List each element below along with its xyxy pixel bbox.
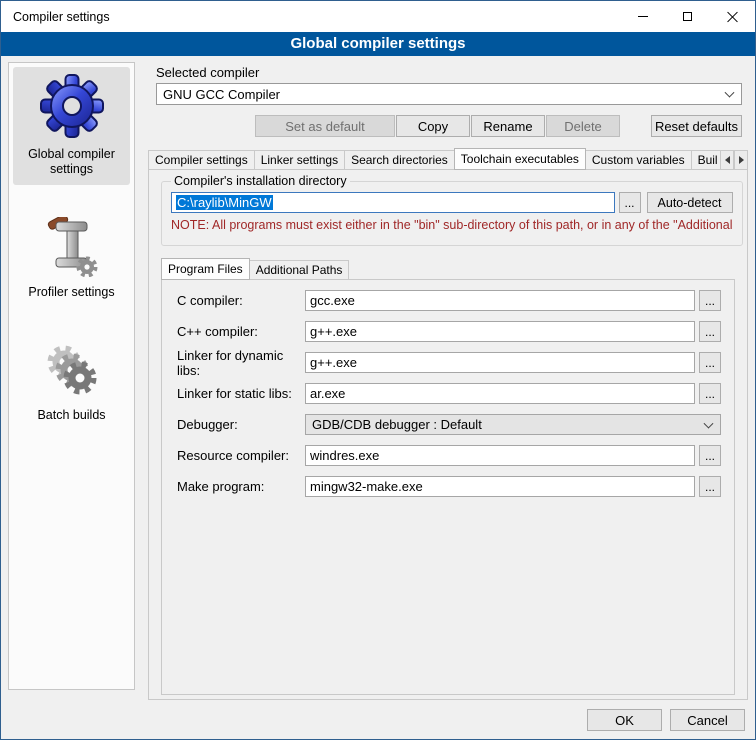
make-program-browse-button[interactable]: ... [699,476,721,497]
static-linker-input[interactable] [305,383,695,404]
dynamic-linker-browse-button[interactable]: ... [699,352,721,373]
sidebar-item-profiler-settings[interactable]: Profiler settings [13,211,130,308]
make-program-input[interactable] [305,476,695,497]
window-controls [620,1,755,32]
tab-custom-variables[interactable]: Custom variables [585,150,692,170]
minimize-icon [638,16,648,17]
browse-directory-button[interactable]: ... [619,192,641,213]
tab-compiler-settings[interactable]: Compiler settings [148,150,255,170]
cancel-button[interactable]: Cancel [670,709,745,731]
chevron-down-icon [725,88,735,98]
debugger-select-value: GDB/CDB debugger : Default [312,417,482,432]
form-row-dynamic-linker: Linker for dynamic libs: ... [177,352,721,373]
static-linker-browse-button[interactable]: ... [699,383,721,404]
cpp-compiler-browse-button[interactable]: ... [699,321,721,342]
set-as-default-button[interactable]: Set as default [255,115,395,137]
close-button[interactable] [710,1,755,32]
sidebar: Global compiler settings [8,62,135,690]
form-row-static-linker: Linker for static libs: ... [177,383,721,404]
form-row-cpp-compiler: C++ compiler: ... [177,321,721,342]
c-compiler-input[interactable] [305,290,695,311]
make-program-label: Make program: [177,479,305,494]
titlebar: Compiler settings [1,1,755,32]
tab-search-directories[interactable]: Search directories [344,150,455,170]
sidebar-item-global-compiler-settings[interactable]: Global compiler settings [13,67,130,185]
compiler-select[interactable]: GNU GCC Compiler [156,83,742,105]
dynamic-linker-label: Linker for dynamic libs: [177,348,305,378]
compiler-settings-dialog: Compiler settings Global compiler settin… [0,0,756,740]
selected-compiler-label: Selected compiler [156,65,259,80]
minimize-button[interactable] [620,1,665,32]
subtab-additional-paths[interactable]: Additional Paths [249,260,350,280]
tab-scroll-left-button[interactable] [720,150,734,170]
ok-button[interactable]: OK [587,709,662,731]
settings-tabstrip: Compiler settings Linker settings Search… [148,148,748,170]
files-subtabstrip: Program Files Additional Paths [161,258,348,280]
compiler-select-value: GNU GCC Compiler [163,87,280,102]
program-files-panel: C compiler: ... C++ compiler: ... Linker… [161,279,735,695]
maximize-button[interactable] [665,1,710,32]
window-title: Compiler settings [1,10,110,24]
installation-directory-value: C:\raylib\MinGW [176,195,273,210]
auto-detect-button[interactable]: Auto-detect [647,192,733,213]
c-compiler-label: C compiler: [177,293,305,308]
delete-button[interactable]: Delete [546,115,620,137]
debugger-select[interactable]: GDB/CDB debugger : Default [305,414,721,435]
sidebar-item-batch-builds[interactable]: Batch builds [13,334,130,431]
installation-note: NOTE: All programs must exist either in … [171,218,733,232]
tab-toolchain-executables[interactable]: Toolchain executables [454,148,586,170]
reset-defaults-button[interactable]: Reset defaults [651,115,742,137]
sidebar-item-label: Batch builds [37,408,105,423]
toolchain-executables-panel: Compiler's installation directory C:\ray… [148,169,748,700]
profiler-icon [42,217,102,277]
arrow-right-icon [739,156,744,164]
form-row-resource-compiler: Resource compiler: ... [177,445,721,466]
copy-button[interactable]: Copy [396,115,470,137]
installation-directory-group: Compiler's installation directory C:\ray… [161,174,743,246]
cpp-compiler-input[interactable] [305,321,695,342]
blue-gear-icon [39,73,105,139]
tab-scroll-right-button[interactable] [734,150,748,170]
form-row-c-compiler: C compiler: ... [177,290,721,311]
resource-compiler-input[interactable] [305,445,695,466]
installation-directory-input[interactable]: C:\raylib\MinGW [171,192,615,213]
gray-gears-icon [42,340,102,400]
close-icon [727,11,738,22]
sidebar-item-label: Profiler settings [28,285,114,300]
debugger-label: Debugger: [177,417,305,432]
sidebar-item-label: Global compiler settings [15,147,128,177]
tab-build-options-clipped[interactable]: Buil [691,150,721,170]
installation-directory-title: Compiler's installation directory [171,174,350,188]
installation-directory-row: C:\raylib\MinGW ... Auto-detect [171,192,733,213]
static-linker-label: Linker for static libs: [177,386,305,401]
page-title: Global compiler settings [1,32,755,56]
cpp-compiler-label: C++ compiler: [177,324,305,339]
chevron-down-icon [704,418,714,428]
resource-compiler-label: Resource compiler: [177,448,305,463]
maximize-icon [683,12,692,21]
form-row-debugger: Debugger: GDB/CDB debugger : Default [177,414,721,435]
arrow-left-icon [725,156,730,164]
dialog-content: Global compiler settings [1,56,755,739]
form-row-make-program: Make program: ... [177,476,721,497]
subtab-program-files[interactable]: Program Files [161,258,250,280]
c-compiler-browse-button[interactable]: ... [699,290,721,311]
tab-linker-settings[interactable]: Linker settings [254,150,345,170]
dynamic-linker-input[interactable] [305,352,695,373]
rename-button[interactable]: Rename [471,115,545,137]
resource-compiler-browse-button[interactable]: ... [699,445,721,466]
